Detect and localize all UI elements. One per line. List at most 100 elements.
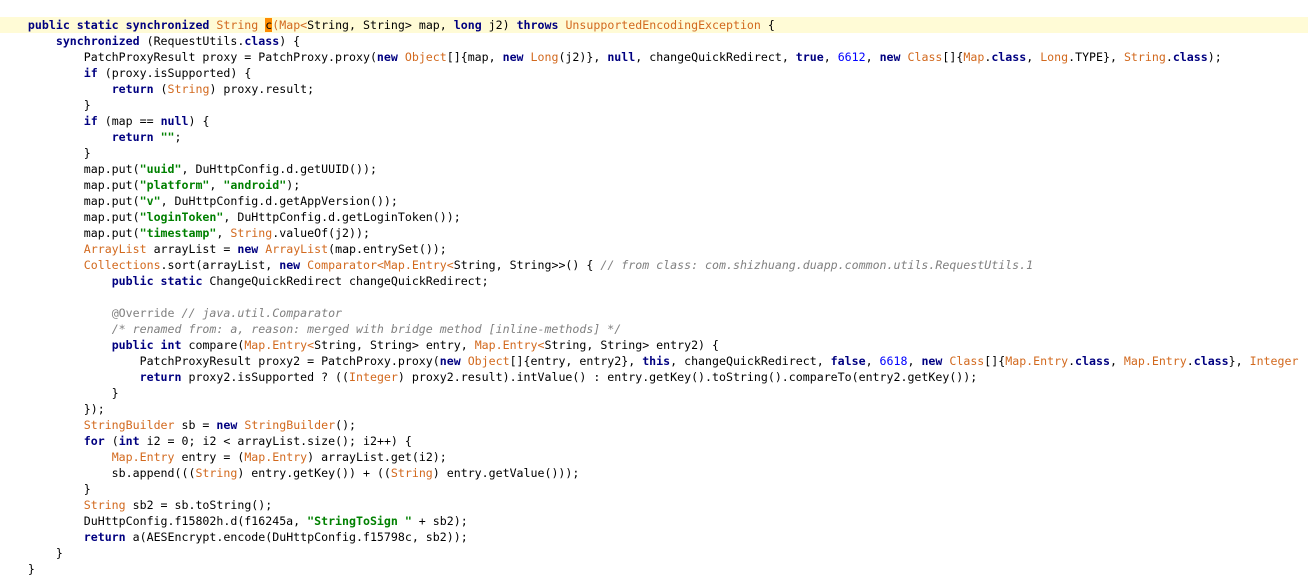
code-line[interactable]: public static ChangeQuickRedirect change… — [0, 273, 1308, 289]
code-line[interactable]: map.put("timestamp", String.valueOf(j2))… — [0, 225, 1308, 241]
code-line[interactable]: /* renamed from: a, reason: merged with … — [0, 321, 1308, 337]
code-token: true — [795, 50, 824, 64]
code-line[interactable]: PatchProxyResult proxy = PatchProxy.prox… — [0, 49, 1308, 65]
code-line[interactable]: map.put("platform", "android"); — [0, 177, 1308, 193]
code-token: , — [216, 226, 231, 240]
code-token: ArrayList — [83, 242, 147, 256]
code-line[interactable]: } — [0, 561, 1308, 577]
code-token: } — [0, 98, 91, 112]
code-token: class — [1172, 50, 1208, 64]
code-line[interactable]: PatchProxyResult proxy2 = PatchProxy.pro… — [0, 353, 1308, 369]
code-line[interactable]: } — [0, 97, 1308, 113]
code-token: ; — [174, 130, 182, 144]
code-token: , changeQuickRedirect, — [635, 50, 796, 64]
code-token: public static — [111, 274, 203, 288]
code-line[interactable]: DuHttpConfig.f15802h.d(f16245a, "StringT… — [0, 513, 1308, 529]
code-token: ( — [104, 434, 119, 448]
code-line[interactable]: if (proxy.isSupported) { — [0, 65, 1308, 81]
code-token: new — [279, 258, 301, 272]
code-token: Object — [467, 354, 510, 368]
code-line[interactable]: map.put("v", DuHttpConfig.d.getAppVersio… — [0, 193, 1308, 209]
code-line[interactable]: return proxy2.isSupported ? ((Integer) p… — [0, 369, 1308, 385]
code-token: Collections — [83, 258, 161, 272]
code-token: sb = — [174, 418, 217, 432]
code-line[interactable]: } — [0, 545, 1308, 561]
code-token: String — [230, 226, 273, 240]
code-token: } — [0, 146, 91, 160]
code-token: Class — [907, 50, 943, 64]
code-token: Object — [404, 50, 447, 64]
code-token: long — [453, 18, 482, 32]
code-token: String — [195, 466, 238, 480]
code-line[interactable]: Map.Entry entry = (Map.Entry) arrayList.… — [0, 449, 1308, 465]
code-token: Map.Entry — [1005, 354, 1069, 368]
code-token: String, String> entry2) { — [544, 338, 720, 352]
code-line[interactable]: @Override // java.util.Comparator — [0, 305, 1308, 321]
code-token: compare( — [181, 338, 245, 352]
code-token: new — [879, 50, 901, 64]
code-line[interactable]: synchronized (RequestUtils.class) { — [0, 33, 1308, 49]
code-line[interactable]: return ""; — [0, 129, 1308, 145]
code-token: Map.Entry — [111, 450, 175, 464]
code-line[interactable]: } — [0, 481, 1308, 497]
code-token: ChangeQuickRedirect changeQuickRedirect; — [202, 274, 489, 288]
code-token: "platform" — [139, 178, 210, 192]
code-token: new — [921, 354, 943, 368]
code-line[interactable]: }); — [0, 401, 1308, 417]
code-token: , — [1109, 354, 1124, 368]
code-line[interactable]: return a(AESEncrypt.encode(DuHttpConfig.… — [0, 529, 1308, 545]
code-token: arrayList = — [146, 242, 238, 256]
code-token: map.put( — [0, 162, 140, 176]
code-line[interactable] — [0, 289, 1308, 305]
code-token: public static synchronized — [27, 18, 210, 32]
code-line[interactable]: } — [0, 385, 1308, 401]
code-token: new — [502, 50, 524, 64]
code-line[interactable]: map.put("uuid", DuHttpConfig.d.getUUID()… — [0, 161, 1308, 177]
code-token: (RequestUtils. — [139, 34, 245, 48]
code-token: (j2)}, — [558, 50, 608, 64]
code-line[interactable]: String sb2 = sb.toString(); — [0, 497, 1308, 513]
code-editor[interactable]: public static synchronized String c(Map<… — [0, 0, 1308, 579]
code-token: Class — [949, 354, 985, 368]
code-token: ); — [1207, 50, 1222, 64]
code-line[interactable]: public static synchronized String c(Map<… — [0, 17, 1308, 33]
code-token: null — [160, 114, 189, 128]
code-line[interactable]: for (int i2 = 0; i2 < arrayList.size(); … — [0, 433, 1308, 449]
code-line[interactable]: public int compare(Map.Entry<String, Str… — [0, 337, 1308, 353]
code-token: String, String> map, — [307, 18, 454, 32]
code-line[interactable]: } — [0, 145, 1308, 161]
code-line[interactable]: sb.append(((String) entry.getKey()) + ((… — [0, 465, 1308, 481]
code-token: @Override — [111, 306, 175, 320]
code-line[interactable]: map.put("loginToken", DuHttpConfig.d.get… — [0, 209, 1308, 225]
code-token: return — [111, 130, 154, 144]
code-token: "uuid" — [139, 162, 182, 176]
code-token: StringBuilder — [83, 418, 175, 432]
code-line[interactable]: if (map == null) { — [0, 113, 1308, 129]
code-token: Map.Entry — [1123, 354, 1187, 368]
code-token: // java.util.Comparator — [181, 306, 343, 320]
code-token: . — [1165, 50, 1173, 64]
code-line[interactable]: return (String) proxy.result; — [0, 81, 1308, 97]
code-line[interactable]: StringBuilder sb = new StringBuilder(); — [0, 417, 1308, 433]
code-token: , — [1026, 50, 1041, 64]
code-line[interactable]: Collections.sort(arrayList, new Comparat… — [0, 257, 1308, 273]
code-token: this — [642, 354, 671, 368]
code-token: String — [390, 466, 433, 480]
code-token: ) entry.getValue())); — [432, 466, 580, 480]
code-token: new — [376, 50, 398, 64]
code-line[interactable]: ArrayList arrayList = new ArrayList(map.… — [0, 241, 1308, 257]
code-token: StringBuilder — [244, 418, 336, 432]
code-token: ) { — [279, 34, 301, 48]
code-token: if — [83, 66, 98, 80]
code-token: i2 = 0; i2 < arrayList.size(); i2++) { — [139, 434, 412, 448]
code-token: , DuHttpConfig.d.getLoginToken()); — [223, 210, 461, 224]
code-token: } — [0, 386, 119, 400]
